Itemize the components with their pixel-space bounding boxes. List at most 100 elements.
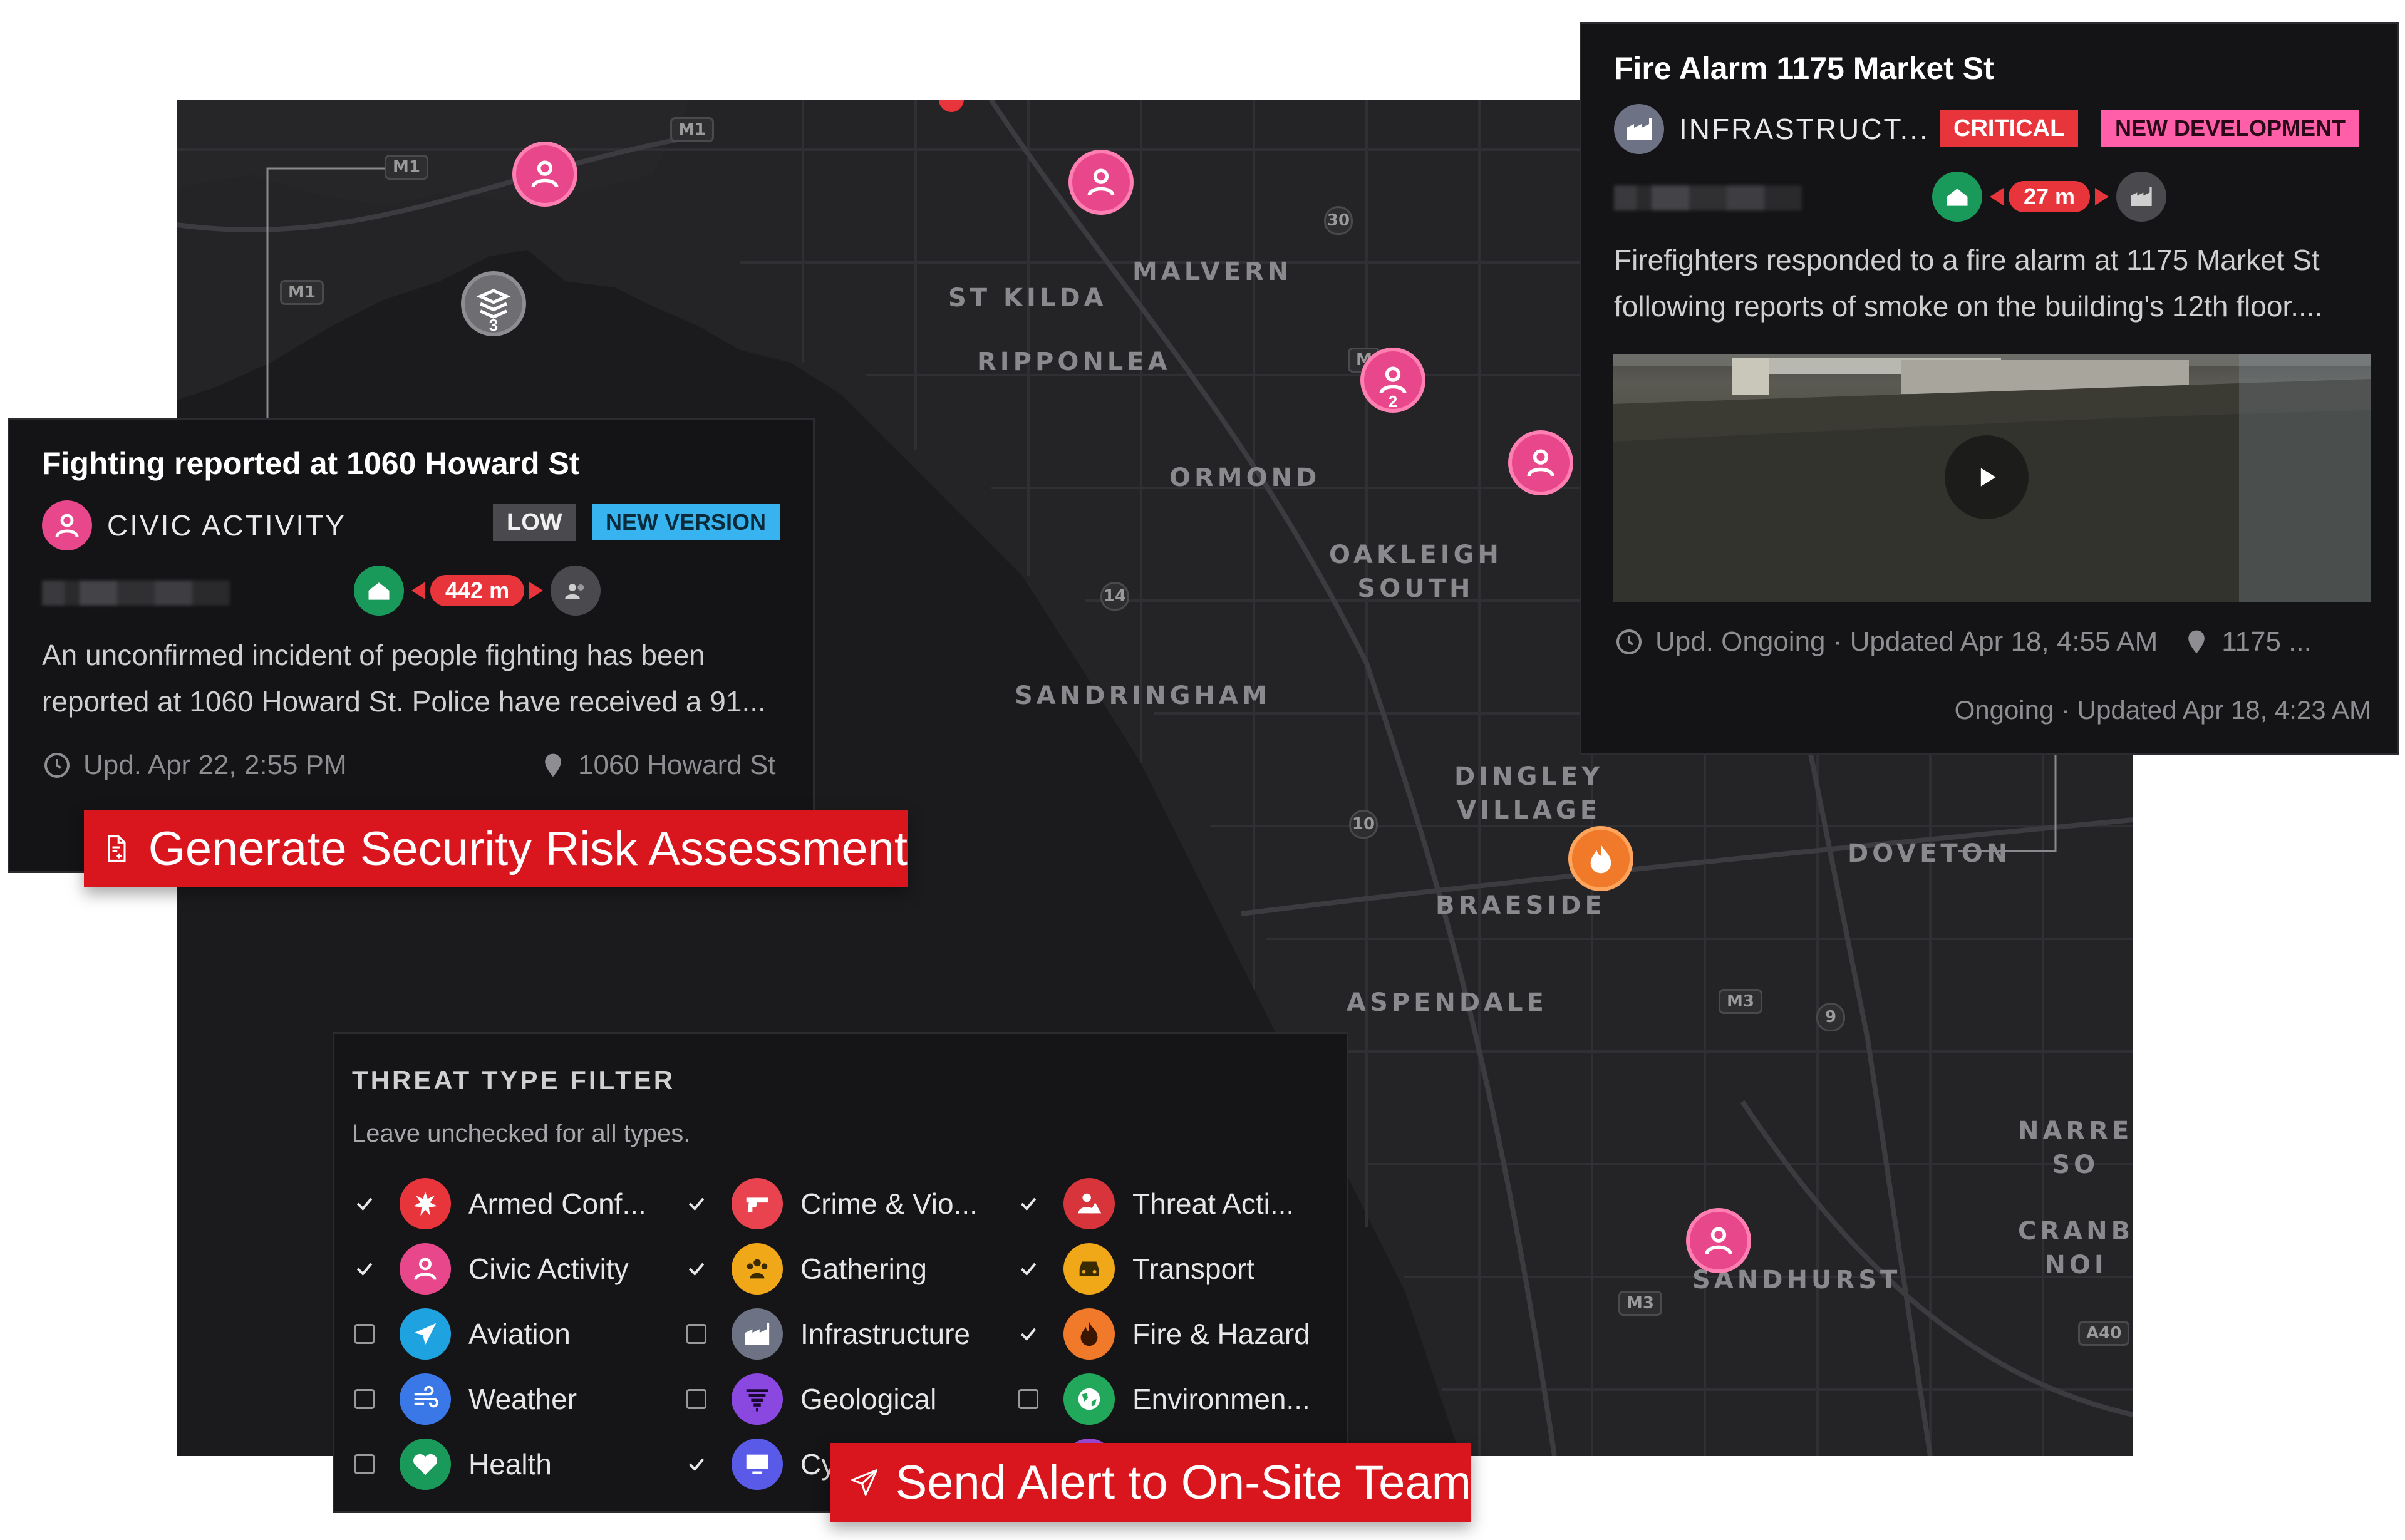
checkbox-checked[interactable]: [1018, 1324, 1038, 1344]
filter-option-threat-activity[interactable]: Threat Acti...: [1018, 1178, 1294, 1229]
checkbox-unchecked[interactable]: [686, 1389, 706, 1409]
factory-icon: [2116, 172, 2167, 222]
location-pin-icon: [545, 753, 561, 777]
severity-badge: CRITICAL: [1940, 110, 2079, 147]
filter-option-label: Threat Acti...: [1132, 1187, 1295, 1220]
place-label: ST KILDA: [948, 284, 1107, 313]
road-shield: 30: [1324, 206, 1353, 235]
home-icon: [354, 566, 404, 616]
incident-updated: Upd. Ongoing · Updated Apr 18, 4:55 AM: [1655, 626, 2158, 657]
filter-option-crime-violence[interactable]: Crime & Vio...: [686, 1178, 978, 1229]
checkbox-unchecked[interactable]: [354, 1389, 375, 1409]
tornado-icon: [732, 1373, 783, 1425]
checkbox-unchecked[interactable]: [354, 1324, 375, 1344]
document-add-icon: [108, 835, 126, 862]
arrow-left-icon: [1990, 188, 2004, 205]
incident-video[interactable]: [1613, 354, 2371, 602]
status-badge: NEW VERSION: [592, 504, 780, 540]
civic-activity-marker[interactable]: [1508, 430, 1573, 495]
filter-option-label: Health: [468, 1448, 552, 1481]
send-alert-button[interactable]: Send Alert to On-Site Team: [830, 1443, 1471, 1522]
plane-icon: [400, 1308, 451, 1360]
clock-icon: [1616, 629, 1642, 654]
road-shield: M3: [1618, 1291, 1662, 1316]
road-shield: M1: [385, 155, 428, 180]
filter-option-fire-hazard[interactable]: Fire & Hazard: [1018, 1308, 1310, 1360]
civic-activity-marker[interactable]: [512, 142, 577, 207]
arrow-left-icon: [411, 582, 425, 599]
place-label: CRANB NOI: [2018, 1217, 2133, 1279]
checkbox-checked[interactable]: [354, 1194, 375, 1214]
checkbox-checked[interactable]: [686, 1259, 706, 1279]
road-shield: A40: [2078, 1321, 2130, 1346]
checkbox-checked[interactable]: [686, 1194, 706, 1214]
factory-icon: [732, 1308, 783, 1360]
filter-option-infrastructure[interactable]: Infrastructure: [686, 1308, 970, 1360]
checkbox-unchecked[interactable]: [1018, 1389, 1038, 1409]
redacted-text: [1614, 185, 1802, 210]
crowd-icon: [732, 1243, 783, 1295]
incident-updated: Upd. Apr 22, 2:55 PM: [83, 750, 347, 780]
filter-option-label: Infrastructure: [800, 1318, 970, 1350]
burst-icon: [400, 1178, 451, 1229]
filter-option-label: Civic Activity: [468, 1253, 629, 1285]
generate-assessment-button[interactable]: Generate Security Risk Assessment: [84, 810, 908, 887]
send-icon: [851, 1469, 878, 1496]
filter-subtitle: Leave unchecked for all types.: [352, 1120, 691, 1147]
incident-location: 1060 Howard St: [578, 750, 776, 780]
filter-option-aviation[interactable]: Aviation: [354, 1308, 571, 1360]
people-icon: [1705, 1227, 1732, 1254]
checkbox-checked[interactable]: [1018, 1259, 1038, 1279]
people-icon: [1527, 449, 1554, 477]
severity-badge: LOW: [493, 504, 576, 541]
fire-hazard-marker[interactable]: [1568, 826, 1633, 891]
incident-category: INFRASTRUCT...: [1679, 113, 1930, 145]
place-label: BRAESIDE: [1435, 891, 1606, 920]
filter-option-cyber[interactable]: Cy: [686, 1439, 835, 1490]
generate-assessment-label: Generate Security Risk Assessment: [148, 822, 908, 876]
checkbox-checked[interactable]: [686, 1454, 706, 1474]
play-button[interactable]: [1945, 435, 2029, 519]
gun-icon: [732, 1178, 783, 1229]
road-shield: 9: [1816, 1003, 1845, 1031]
civic-activity-marker[interactable]: [1686, 1208, 1751, 1273]
filter-option-weather[interactable]: Weather: [354, 1373, 577, 1425]
checkbox-unchecked[interactable]: [354, 1454, 375, 1474]
place-label: DOVETON: [1848, 839, 2012, 868]
incident-footer: Ongoing · Updated Apr 18, 4:23 AM: [1954, 695, 2371, 725]
incident-card-fighting[interactable]: Fighting reported at 1060 Howard St CIVI…: [8, 418, 815, 873]
filter-option-transport[interactable]: Transport: [1018, 1243, 1254, 1295]
cluster-marker[interactable]: 3: [461, 271, 526, 336]
checkbox-unchecked[interactable]: [686, 1324, 706, 1344]
filter-title: THREAT TYPE FILTER: [352, 1065, 676, 1095]
cluster-count: 3: [489, 316, 499, 334]
cluster-count: 2: [1388, 392, 1398, 411]
filter-option-geological[interactable]: Geological: [686, 1373, 936, 1425]
incident-location: 1175 ...: [2221, 626, 2312, 657]
filter-option-label: Fire & Hazard: [1132, 1318, 1310, 1350]
arrow-right-icon: [529, 582, 544, 599]
civic-activity-cluster-marker[interactable]: 2: [1360, 348, 1425, 413]
distance-value: 442 m: [430, 575, 525, 606]
incident-description: An unconfirmed incident of people fighti…: [42, 639, 766, 718]
place-label: MALVERN: [1132, 257, 1293, 286]
incident-description: Firefighters responded to a fire alarm a…: [1614, 244, 2323, 323]
filter-option-gathering[interactable]: Gathering: [686, 1243, 927, 1295]
place-label: ASPENDALE: [1347, 988, 1548, 1017]
checkbox-checked[interactable]: [354, 1259, 375, 1279]
threat-icon: [1063, 1178, 1115, 1229]
place-label: OAKLEIGH SOUTH: [1329, 540, 1502, 603]
filter-option-armed-conflict[interactable]: Armed Conf...: [354, 1178, 646, 1229]
filter-option-civic-activity[interactable]: Civic Activity: [354, 1243, 629, 1295]
filter-option-label: Gathering: [800, 1253, 928, 1285]
civic-activity-marker[interactable]: [1068, 150, 1134, 215]
filter-option-environmental[interactable]: Environmen...: [1018, 1373, 1310, 1425]
people-icon: [551, 566, 601, 616]
incident-category: CIVIC ACTIVITY: [107, 509, 346, 542]
filter-option-label: Transport: [1132, 1253, 1255, 1285]
people-icon: [531, 160, 559, 188]
road-shield: M1: [670, 117, 714, 142]
filter-option-health[interactable]: Health: [354, 1439, 552, 1490]
road-shield: 10: [1349, 810, 1378, 839]
checkbox-checked[interactable]: [1018, 1194, 1038, 1214]
